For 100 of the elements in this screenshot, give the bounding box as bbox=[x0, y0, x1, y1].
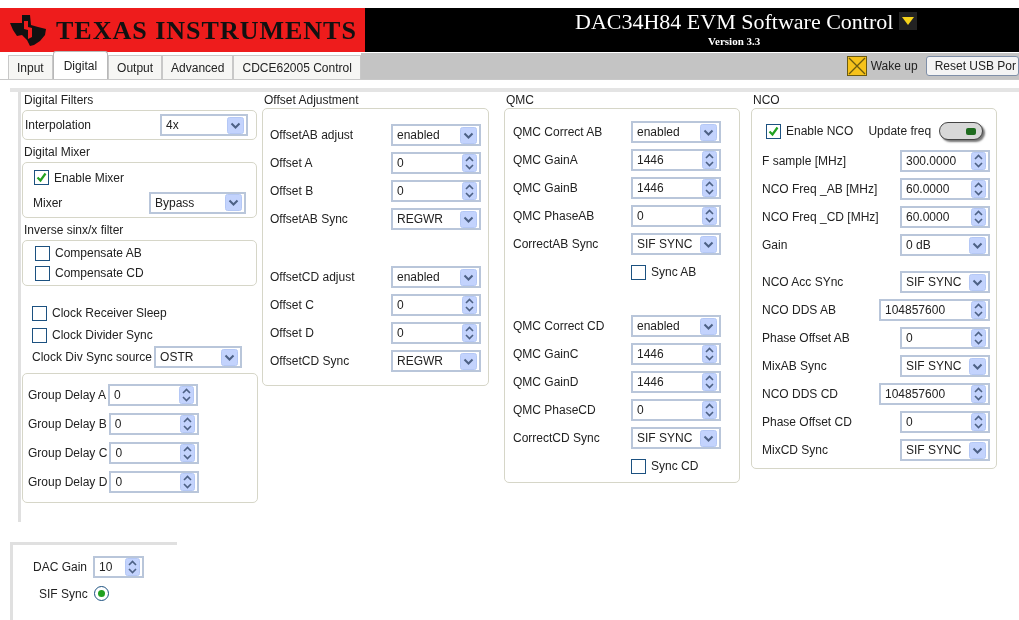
spinner-icon bbox=[462, 296, 477, 314]
spinner-icon bbox=[462, 154, 477, 172]
field-label: Group Delay D bbox=[28, 473, 108, 491]
dropdown[interactable]: enabled bbox=[391, 266, 481, 288]
dropdown[interactable]: OSTR bbox=[154, 346, 243, 368]
dropdown[interactable]: 4x bbox=[160, 114, 248, 136]
chevron-down-icon bbox=[225, 194, 242, 211]
field-label: QMC GainC bbox=[513, 346, 580, 363]
dropdown[interactable]: Bypass bbox=[149, 191, 246, 214]
field-label: Phase Offset AB bbox=[762, 330, 851, 347]
field-label: OffsetCD adjust bbox=[270, 269, 356, 286]
field-label: Group Delay A bbox=[28, 386, 107, 404]
numeric-field[interactable]: 0 bbox=[631, 399, 721, 421]
numeric-field[interactable]: 0 bbox=[900, 327, 990, 349]
numeric-field[interactable]: 0 bbox=[391, 152, 481, 174]
tab[interactable]: Output bbox=[108, 55, 163, 79]
field-label: Mixer bbox=[33, 194, 64, 212]
checkbox-label: Sync CD bbox=[651, 458, 699, 475]
chevron-down-icon bbox=[700, 235, 717, 253]
numeric-field[interactable]: 0 bbox=[109, 441, 200, 464]
field-label: QMC PhaseAB bbox=[513, 208, 596, 225]
dropdown[interactable]: SIF SYNC bbox=[900, 355, 990, 377]
tab[interactable]: Digital bbox=[52, 51, 109, 79]
chevron-down-icon bbox=[969, 357, 986, 375]
field-label: QMC GainB bbox=[513, 180, 579, 197]
radio-button[interactable] bbox=[93, 586, 109, 601]
checkbox-label: Compensate AB bbox=[55, 245, 142, 262]
field-label: Phase Offset CD bbox=[762, 414, 853, 431]
chevron-down-icon bbox=[460, 352, 477, 370]
numeric-field[interactable]: 0 bbox=[391, 180, 481, 202]
field-label: MixAB Sync bbox=[762, 358, 828, 375]
checkbox[interactable] bbox=[631, 264, 646, 280]
chevron-down-icon bbox=[460, 268, 477, 286]
checkbox[interactable] bbox=[32, 305, 47, 321]
chevron-down-icon bbox=[227, 116, 244, 134]
numeric-field[interactable]: 1446 bbox=[631, 149, 721, 171]
field-label: NCO Freq _AB [MHz] bbox=[762, 181, 879, 198]
field-label: QMC GainD bbox=[513, 374, 580, 391]
menu-dropdown[interactable] bbox=[899, 12, 918, 30]
checkbox[interactable] bbox=[32, 327, 47, 343]
numeric-field[interactable]: 1446 bbox=[631, 343, 721, 365]
numeric-field[interactable]: 1446 bbox=[631, 371, 721, 393]
dropdown[interactable]: enabled bbox=[631, 315, 721, 337]
section-title: NCO bbox=[752, 92, 781, 108]
field-label: Interpolation bbox=[25, 117, 93, 134]
checkbox[interactable] bbox=[34, 170, 49, 185]
dropdown[interactable]: enabled bbox=[631, 121, 721, 143]
dropdown[interactable]: SIF SYNC bbox=[900, 439, 990, 461]
numeric-field[interactable]: 10 bbox=[93, 555, 145, 578]
checkbox-label: Clock Receiver Sleep bbox=[52, 305, 167, 322]
toggle-button[interactable] bbox=[939, 122, 984, 140]
dropdown[interactable]: enabled bbox=[391, 124, 481, 146]
checkbox-label: Compensate CD bbox=[55, 265, 144, 282]
checkbox-label: Clock Divider Sync bbox=[52, 327, 153, 344]
spinner-icon bbox=[702, 401, 717, 419]
field-label: SIF Sync bbox=[39, 585, 88, 603]
field-label: Group Delay C bbox=[28, 444, 108, 462]
dropdown[interactable]: 0 dB bbox=[900, 234, 990, 256]
numeric-field[interactable]: 0 bbox=[631, 205, 721, 227]
reset-button[interactable]: Reset USB Por bbox=[925, 56, 1019, 76]
dropdown[interactable]: SIF SYNC bbox=[631, 233, 721, 255]
spinner-icon bbox=[702, 345, 717, 363]
numeric-field[interactable]: 0 bbox=[391, 294, 481, 316]
checkbox[interactable] bbox=[631, 458, 646, 474]
chevron-down-icon bbox=[700, 317, 717, 335]
numeric-field[interactable]: 0 bbox=[108, 412, 199, 435]
field-label: NCO Acc SYnc bbox=[762, 274, 845, 291]
version-text: Version 3.3 bbox=[708, 35, 761, 48]
chevron-down-icon bbox=[221, 348, 239, 366]
tab[interactable]: Advanced bbox=[162, 55, 234, 79]
dropdown[interactable]: SIF SYNC bbox=[900, 271, 990, 293]
numeric-field[interactable]: 104857600 bbox=[879, 383, 990, 405]
checkbox[interactable] bbox=[35, 265, 50, 281]
app-title: DAC34H84 EVM Software Control bbox=[575, 9, 894, 35]
dropdown[interactable]: REGWR bbox=[391, 350, 481, 372]
numeric-field[interactable]: 104857600 bbox=[879, 299, 990, 321]
numeric-field[interactable]: 60.0000 bbox=[900, 206, 990, 228]
tab[interactable]: Input bbox=[8, 55, 53, 79]
dropdown[interactable]: REGWR bbox=[391, 208, 481, 230]
spinner-icon bbox=[179, 385, 195, 404]
field-label: CorrectCD Sync bbox=[513, 430, 601, 447]
checkbox[interactable] bbox=[766, 123, 781, 139]
field-label: Offset C bbox=[270, 297, 315, 314]
numeric-field[interactable]: 0 bbox=[108, 383, 199, 406]
numeric-field[interactable]: 300.0000 bbox=[900, 150, 990, 172]
checkbox[interactable] bbox=[35, 245, 50, 261]
field-label: Group Delay B bbox=[28, 415, 107, 433]
numeric-field[interactable]: 0 bbox=[900, 411, 990, 433]
numeric-field[interactable]: 60.0000 bbox=[900, 178, 990, 200]
numeric-field[interactable]: 0 bbox=[109, 470, 200, 493]
tab[interactable]: CDCE62005 Control bbox=[233, 55, 361, 79]
spinner-icon bbox=[702, 151, 717, 169]
numeric-field[interactable]: 1446 bbox=[631, 177, 721, 199]
dropdown[interactable]: SIF SYNC bbox=[631, 427, 721, 449]
field-label: NCO Freq _CD [MHz] bbox=[762, 209, 880, 226]
spinner-icon bbox=[462, 182, 477, 200]
field-label: Offset B bbox=[270, 183, 315, 200]
field-label: OffsetCD Sync bbox=[270, 353, 351, 370]
numeric-field[interactable]: 0 bbox=[391, 322, 481, 344]
spinner-icon bbox=[702, 207, 717, 225]
